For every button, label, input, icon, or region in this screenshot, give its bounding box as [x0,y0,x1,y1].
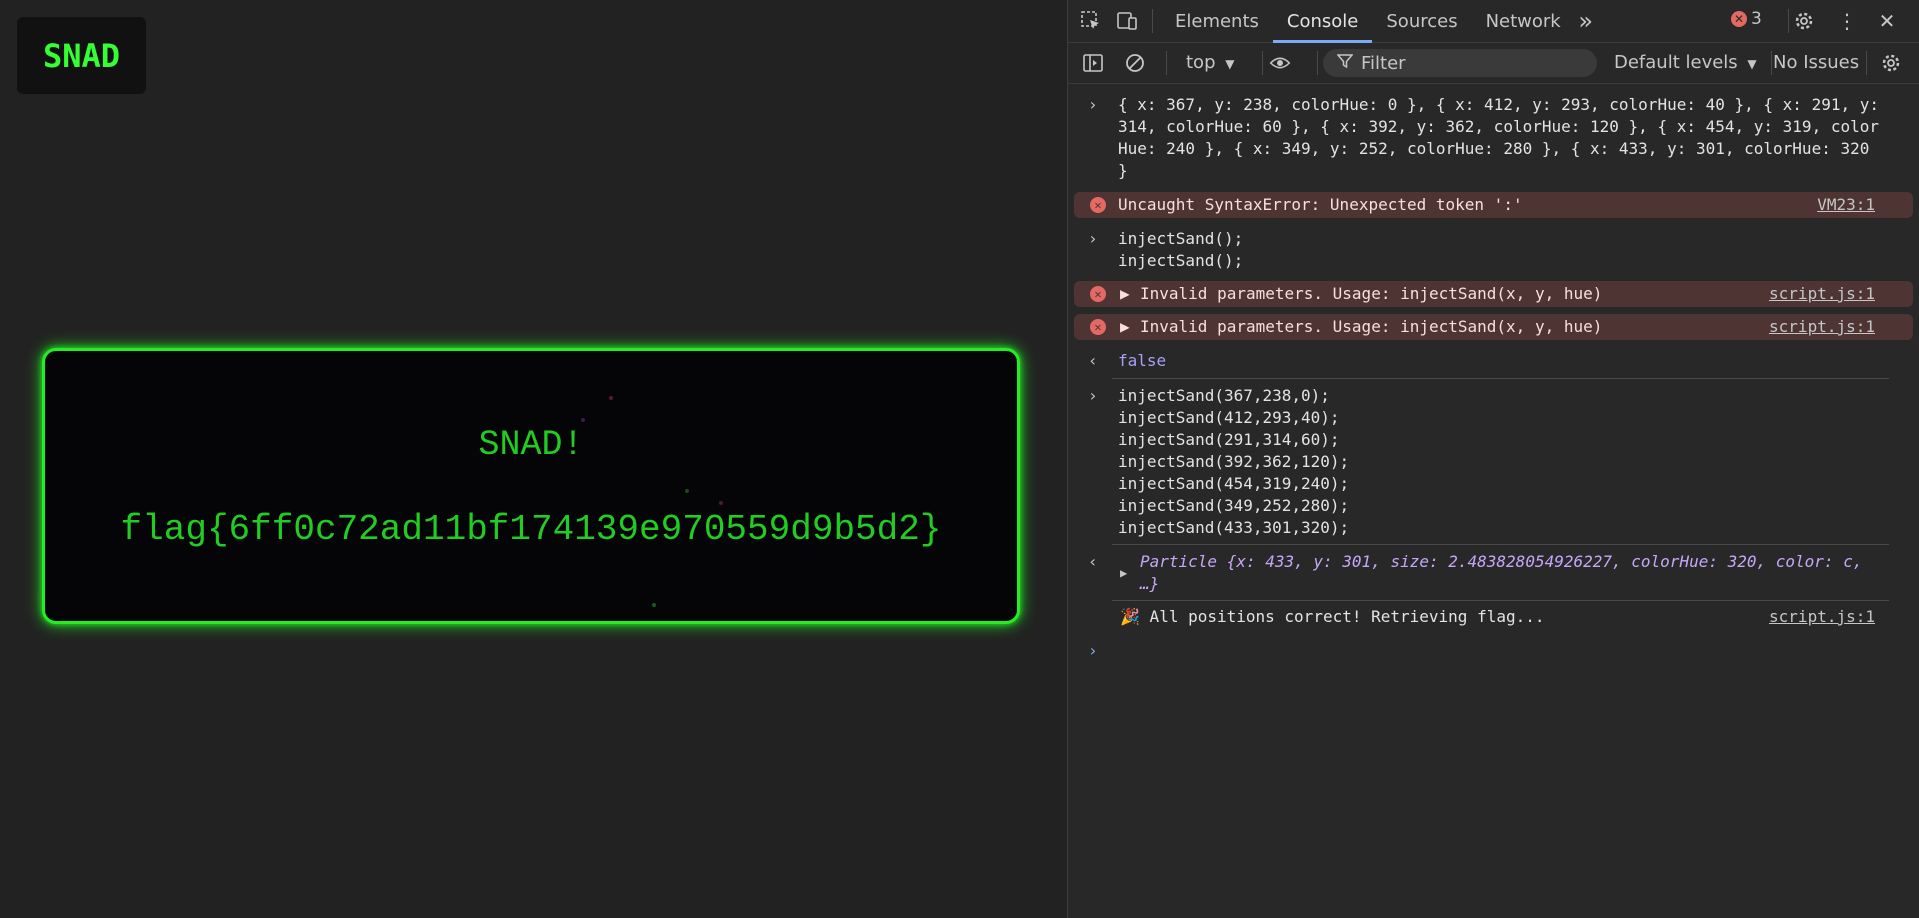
sand-particle [719,501,723,505]
console-result-entry[interactable]: ‹ ▶ Particle {x: 433, y: 301, size: 2.48… [1074,551,1913,595]
tab-network[interactable]: Network [1472,0,1575,42]
flag-text: flag{6ff0c72ad11bf174139e970559d9b5d2} [120,509,942,550]
devtools-tabbar: Elements Console Sources Network » ✕ 3 ⋮… [1068,0,1919,43]
console-input-text: injectSand(); injectSand(); [1118,229,1244,270]
web-page: SNAD SNAD! flag{6ff0c72ad11bf174139e9705… [0,0,1067,918]
divider [1112,600,1889,601]
device-toolbar-icon[interactable] [1116,10,1138,32]
console-error-entry[interactable]: ✕ ▶ Invalid parameters. Usage: injectSan… [1074,314,1913,340]
error-count: 3 [1751,9,1762,29]
filter-placeholder: Filter [1361,52,1406,74]
sand-particle [652,603,656,607]
error-icon: ✕ [1090,197,1106,213]
result-chevron-icon: ‹ [1088,351,1098,370]
sand-particle [581,418,585,422]
sand-particle [685,489,689,493]
log-levels-dropdown[interactable]: Default levels ▼ [1614,52,1757,73]
console-prompt[interactable]: › [1074,640,1913,662]
tab-elements[interactable]: Elements [1161,0,1273,42]
console-filter-input[interactable]: Filter [1323,49,1597,77]
context-selector-value: top [1186,52,1216,73]
error-source-link[interactable]: VM23:1 [1817,194,1875,216]
flag-panel: SNAD! flag{6ff0c72ad11bf174139e970559d9b… [42,348,1020,624]
error-message: Uncaught SyntaxError: Unexpected token '… [1118,195,1523,214]
tab-sources[interactable]: Sources [1372,0,1471,42]
console-error-entry[interactable]: ✕ ▶ Invalid parameters. Usage: injectSan… [1074,281,1913,307]
console-input-entry: › injectSand(367,238,0); injectSand(412,… [1074,385,1913,541]
console-log-entry: 🎉 All positions correct! Retrieving flag… [1074,606,1913,628]
clear-console-icon[interactable] [1124,52,1146,74]
console-output[interactable]: › { x: 367, y: 238, colorHue: 0 }, { x: … [1068,84,1919,918]
logo: SNAD [17,17,146,94]
input-chevron-icon: › [1088,386,1098,405]
separator [1317,51,1318,75]
divider [1112,544,1889,545]
more-tabs-icon[interactable]: » [1575,7,1597,35]
error-icon: ✕ [1090,286,1106,302]
console-input-entry: › injectSand(); injectSand(); [1074,228,1913,272]
settings-gear-icon[interactable] [1793,10,1815,32]
console-error-entry: ✕ Uncaught SyntaxError: Unexpected token… [1074,192,1913,218]
filter-icon [1336,53,1354,74]
prompt-chevron-icon: › [1088,641,1098,660]
result-chevron-icon: ‹ [1088,552,1098,571]
console-input-text: { x: 367, y: 238, colorHue: 0 }, { x: 41… [1118,95,1889,180]
chevron-down-icon: ▼ [1747,57,1757,71]
context-selector[interactable]: top ▼ [1186,52,1234,73]
particle-object-preview: Particle {x: 433, y: 301, size: 2.483828… [1140,552,1873,593]
flag-panel-title: SNAD! [478,425,584,465]
error-message: Invalid parameters. Usage: injectSand(x,… [1140,284,1603,303]
log-source-link[interactable]: script.js:1 [1769,606,1875,628]
console-toolbar: top ▼ Filter Default levels ▼ No Issues [1068,43,1919,84]
expand-triangle-icon: ▶ [1120,284,1130,303]
input-chevron-icon: › [1088,229,1098,248]
separator [1771,51,1772,75]
input-chevron-icon: › [1088,95,1098,114]
divider [1112,378,1889,379]
console-input-entry: › { x: 367, y: 238, colorHue: 0 }, { x: … [1074,94,1913,180]
eye-icon[interactable] [1269,52,1291,74]
close-icon[interactable]: ✕ [1876,9,1898,33]
separator [1262,51,1263,75]
console-result-entry: ‹ false [1074,350,1913,372]
error-icon: ✕ [1090,319,1106,335]
log-levels-value: Default levels [1614,52,1738,73]
tab-console[interactable]: Console [1272,0,1373,43]
error-source-link[interactable]: script.js:1 [1769,316,1875,338]
separator [1788,9,1789,33]
error-message: Invalid parameters. Usage: injectSand(x,… [1140,317,1603,336]
error-count-badge[interactable]: ✕ 3 [1731,9,1762,29]
sand-particle [609,396,613,400]
console-settings-gear-icon[interactable] [1880,52,1902,74]
chevron-down-icon: ▼ [1225,57,1235,71]
devtools-panel: Elements Console Sources Network » ✕ 3 ⋮… [1067,0,1919,918]
inspect-element-icon[interactable] [1080,10,1102,32]
separator [1866,51,1867,75]
expand-triangle-icon[interactable]: ▶ [1120,562,1127,584]
issues-button[interactable]: No Issues [1773,52,1859,73]
separator [1166,51,1167,75]
console-result-value: false [1118,351,1167,370]
sidebar-toggle-icon[interactable] [1082,52,1104,74]
error-source-link[interactable]: script.js:1 [1769,283,1875,305]
error-icon: ✕ [1731,11,1747,27]
expand-triangle-icon: ▶ [1120,317,1130,336]
kebab-menu-icon[interactable]: ⋮ [1836,9,1858,33]
console-input-text: injectSand(367,238,0); injectSand(412,29… [1118,386,1350,537]
separator [1152,9,1153,33]
